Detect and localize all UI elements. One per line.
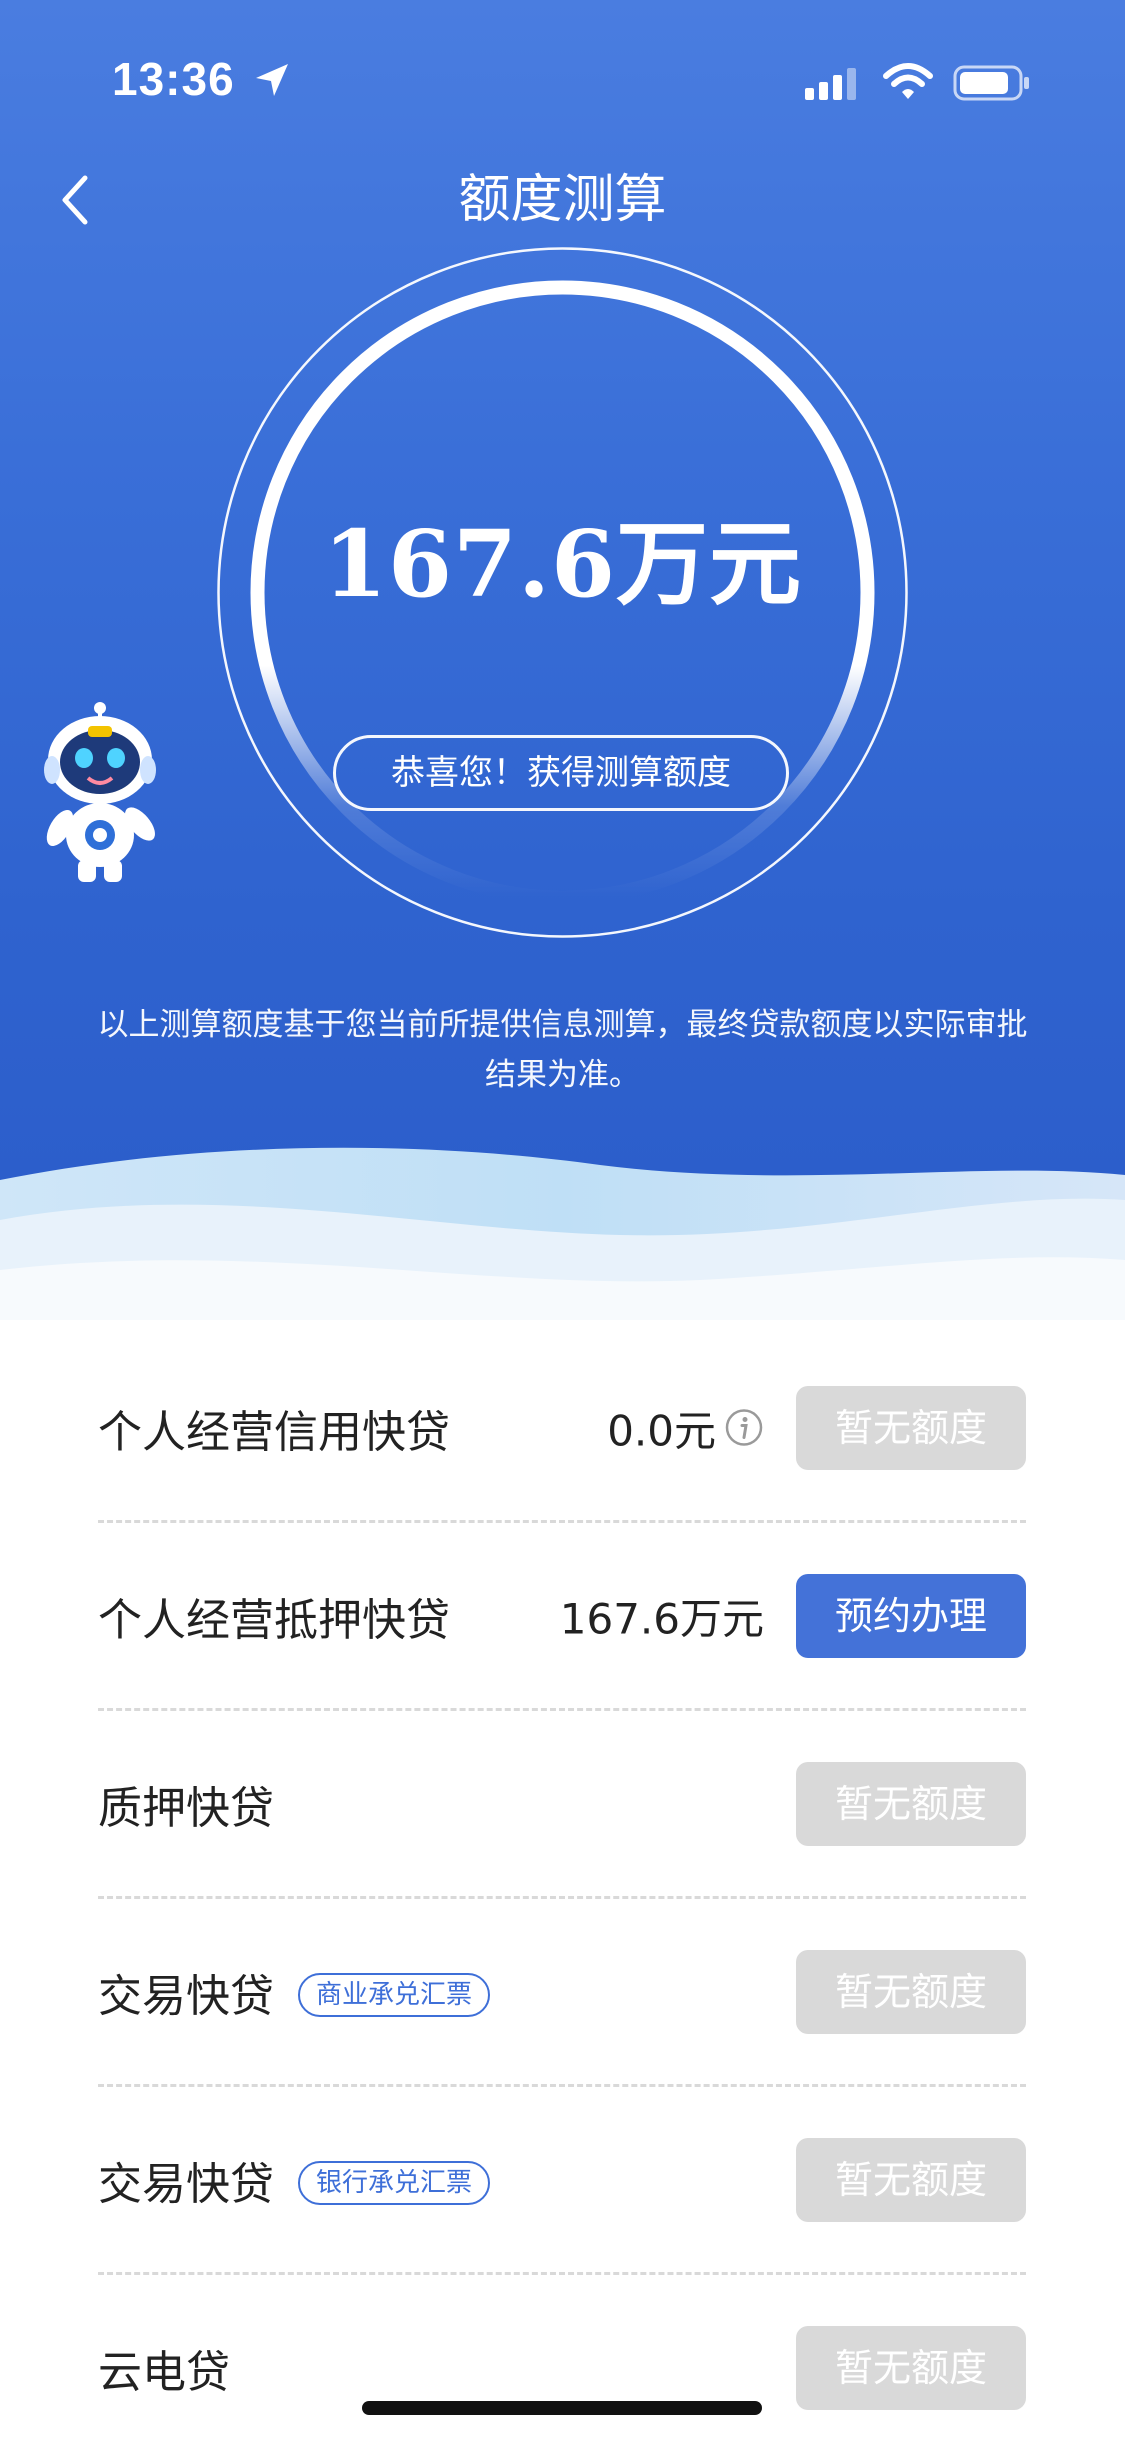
product-list: 个人经营信用快贷 0.0元 暂无额度 个人经营抵押快贷 167.6万元 预约办理… bbox=[98, 1335, 1026, 2439]
disclaimer-line-1: 以上测算额度基于您当前所提供信息测算，最终贷款额度以实际审批 bbox=[97, 1007, 1028, 1043]
disclaimer-text: 以上测算额度基于您当前所提供信息测算，最终贷款额度以实际审批 结果为准。 bbox=[40, 1000, 1085, 1100]
product-name: 个人经营抵押快贷 bbox=[98, 1594, 450, 1646]
no-quota-button[interactable]: 暂无额度 bbox=[796, 2325, 1026, 2410]
chevron-left-icon bbox=[62, 175, 88, 225]
product-amount-value: 167.6万元 bbox=[559, 1594, 764, 1643]
product-name: 交易快贷 bbox=[98, 1970, 274, 2022]
no-quota-button[interactable]: 暂无额度 bbox=[796, 1949, 1026, 2034]
wifi-icon bbox=[883, 63, 933, 99]
robot-mascot-icon bbox=[44, 702, 156, 882]
cellular-signal-icon bbox=[805, 68, 856, 100]
product-amount: 0.0元 bbox=[607, 1397, 764, 1458]
product-row-trade-bank: 交易快贷 银行承兑汇票 暂无额度 bbox=[98, 2087, 1026, 2275]
no-quota-button[interactable]: 暂无额度 bbox=[796, 2137, 1026, 2222]
estimated-amount: 167.6万元 bbox=[322, 510, 803, 618]
product-name: 个人经营信用快贷 bbox=[98, 1406, 450, 1458]
product-name-wrap: 交易快贷 商业承兑汇票 bbox=[98, 1960, 491, 2024]
screen: 13:36 额度测算 167.6万元 恭喜您！获得测算额度 以上测算额度基于您当… bbox=[0, 0, 1125, 2439]
product-amount-value: 0.0元 bbox=[607, 1406, 716, 1455]
page-title: 额度测算 bbox=[458, 170, 667, 230]
disclaimer-line-2: 结果为准。 bbox=[485, 1057, 640, 1093]
wave-decoration bbox=[0, 1147, 1125, 1360]
hero-background: 13:36 额度测算 167.6万元 恭喜您！获得测算额度 以上测算额度基于您当… bbox=[0, 0, 1125, 1300]
product-tag: 银行承兑汇票 bbox=[298, 2160, 491, 2205]
battery-icon bbox=[953, 65, 1029, 101]
no-quota-button[interactable]: 暂无额度 bbox=[796, 1385, 1026, 1470]
product-row-personal-credit: 个人经营信用快贷 0.0元 暂无额度 bbox=[98, 1335, 1026, 1523]
product-name: 质押快贷 bbox=[98, 1782, 274, 1834]
status-bar: 13:36 bbox=[0, 0, 1125, 150]
product-name: 云电贷 bbox=[98, 2346, 230, 2398]
product-name: 交易快贷 bbox=[98, 2158, 274, 2210]
congrats-badge: 恭喜您！获得测算额度 bbox=[333, 735, 789, 811]
product-row-trade-commercial: 交易快贷 商业承兑汇票 暂无额度 bbox=[98, 1899, 1026, 2087]
product-name-wrap: 交易快贷 银行承兑汇票 bbox=[98, 2148, 491, 2212]
status-time: 13:36 bbox=[112, 53, 235, 105]
product-row-pledge: 质押快贷 暂无额度 bbox=[98, 1711, 1026, 1899]
home-indicator[interactable] bbox=[362, 2401, 762, 2415]
back-button[interactable] bbox=[40, 160, 110, 240]
no-quota-button[interactable]: 暂无额度 bbox=[796, 1761, 1026, 1846]
location-arrow-icon bbox=[256, 64, 288, 96]
apply-appointment-button[interactable]: 预约办理 bbox=[796, 1573, 1026, 1658]
product-tag: 商业承兑汇票 bbox=[298, 1972, 491, 2017]
info-icon[interactable] bbox=[724, 1408, 764, 1448]
nav-bar: 额度测算 bbox=[0, 150, 1125, 250]
product-row-personal-mortgage: 个人经营抵押快贷 167.6万元 预约办理 bbox=[98, 1523, 1026, 1711]
product-amount: 167.6万元 bbox=[560, 1585, 764, 1646]
